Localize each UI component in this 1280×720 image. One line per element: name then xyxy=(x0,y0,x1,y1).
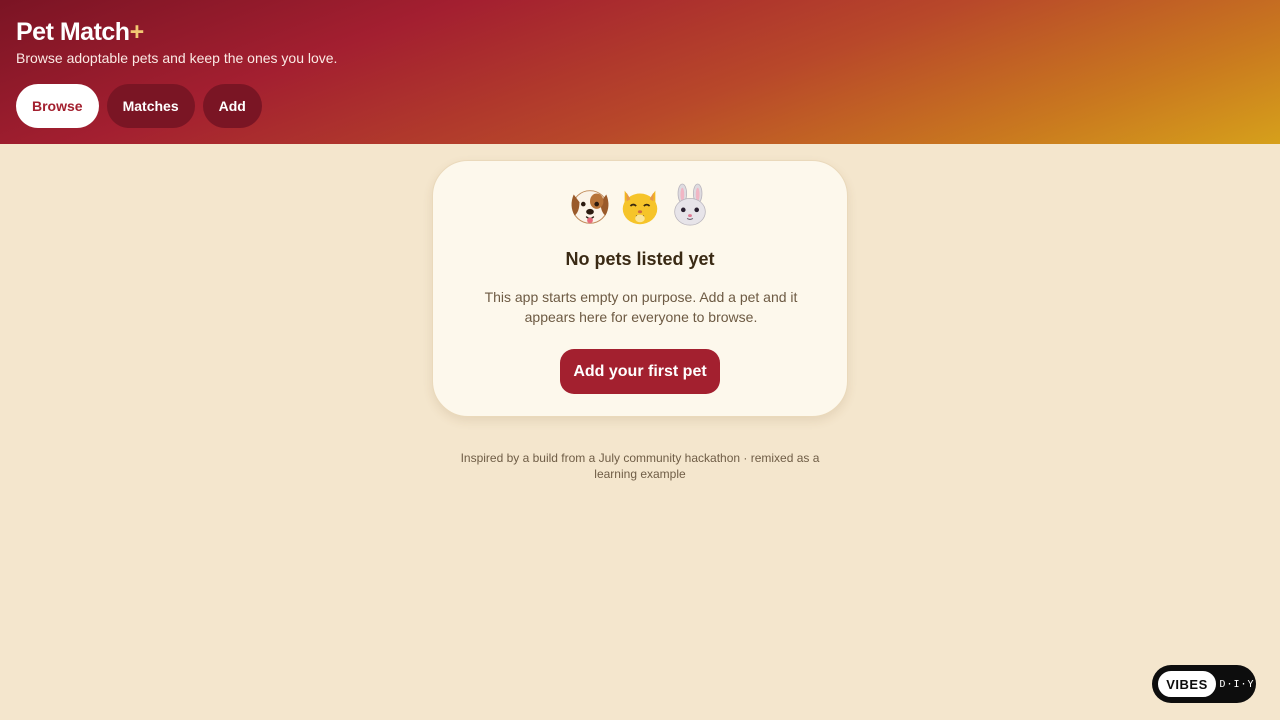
app-title-text: Pet Match xyxy=(16,18,130,46)
vibes-diy-badge[interactable]: VIBES D·I·Y xyxy=(1152,665,1256,703)
pet-emoji-row xyxy=(433,183,847,229)
vibes-logo: VIBES xyxy=(1156,669,1218,699)
tab-matches[interactable]: Matches xyxy=(106,84,195,128)
tab-add[interactable]: Add xyxy=(202,84,262,128)
main-nav: Browse Matches Add xyxy=(16,84,262,128)
tab-browse[interactable]: Browse xyxy=(16,84,99,128)
footer-note: Inspired by a build from a July communit… xyxy=(460,451,820,481)
app-subtitle: Browse adoptable pets and keep the ones … xyxy=(16,50,338,66)
empty-state-card: No pets listed yet This app starts empty… xyxy=(432,160,848,417)
empty-state-description: This app starts empty on purpose. Add a … xyxy=(484,289,798,325)
app-header: Pet Match+ Browse adoptable pets and kee… xyxy=(0,0,1280,144)
diy-label: D·I·Y xyxy=(1219,678,1255,690)
empty-state-title: No pets listed yet xyxy=(565,249,715,269)
add-first-pet-button[interactable]: Add your first pet xyxy=(560,349,720,394)
cat-face-icon xyxy=(622,190,658,225)
rabbit-face-icon xyxy=(674,183,706,226)
dog-face-icon xyxy=(571,190,609,224)
app-title: Pet Match+ xyxy=(16,18,144,47)
app-title-plus: + xyxy=(129,18,145,46)
